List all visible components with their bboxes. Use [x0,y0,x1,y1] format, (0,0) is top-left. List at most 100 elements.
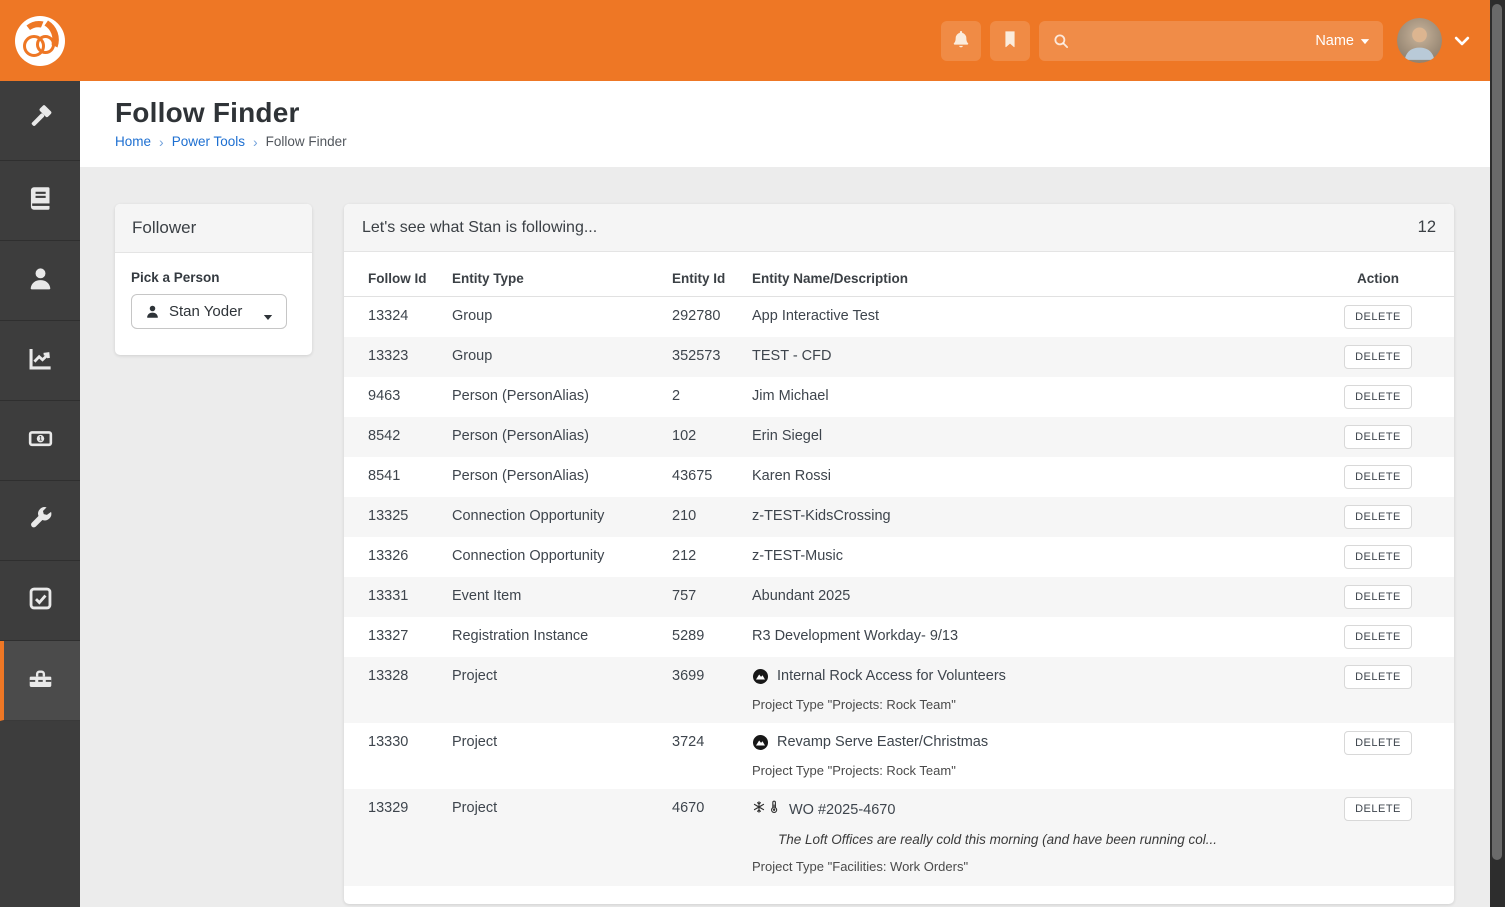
delete-button[interactable]: DELETE [1344,731,1412,755]
page-column: Name [0,0,1490,907]
search-filter-label: Name [1315,33,1354,49]
sidebar-item-check-square[interactable] [0,561,80,641]
delete-button[interactable]: DELETE [1344,305,1412,329]
table-body: 13324Group292780App Interactive TestDELE… [344,297,1454,904]
entity-id-cell: 43675 [672,457,752,497]
sidebar: 1 [0,81,80,907]
entity-name: Jim Michael [752,387,829,407]
entity-name: TEST - CFD [752,347,831,367]
action-cell: DELETE [1326,537,1430,577]
search-filter-dropdown[interactable]: Name [1315,33,1370,49]
entity-id-cell: 352573 [672,337,752,377]
breadcrumb-item[interactable]: Power Tools [172,134,245,149]
sidebar-item-person[interactable] [0,241,80,321]
entity-name-cell: Internal Rock Access for VolunteersProje… [752,657,1326,723]
entity-name-cell: Abundant 2025 [752,577,1326,617]
chart-line-icon [27,345,54,377]
entity-type-cell: Person (PersonAlias) [452,377,672,417]
page-title: Follow Finder [115,97,1455,129]
sidebar-item-money-bill[interactable]: 1 [0,401,80,481]
following-panel-header: Let's see what Stan is following... 12 [344,204,1454,252]
delete-button[interactable]: DELETE [1344,505,1412,529]
table-row: 13331Event Item757Abundant 2025 DELETE [344,577,1454,617]
sidebar-item-book[interactable] [0,161,80,241]
action-cell: DELETE [1326,377,1430,417]
delete-button[interactable]: DELETE [1344,465,1412,489]
delete-button[interactable]: DELETE [1344,797,1412,821]
entity-type-cell: Project [452,657,672,697]
scrollbar-thumb[interactable] [1492,4,1502,860]
project-type-subtext: Project Type "Facilities: Work Orders" [752,858,1310,876]
entity-name-cell: TEST - CFD [752,337,1326,377]
delete-button[interactable]: DELETE [1344,665,1412,689]
sidebar-item-toolbox[interactable] [0,641,80,721]
snowflake-icon [752,799,766,822]
follow-id-cell: 13331 [368,577,452,617]
delete-button[interactable]: DELETE [1344,585,1412,609]
entity-name: z-TEST-Music [752,547,843,567]
action-cell: DELETE [1326,789,1430,829]
sidebar-item-wrench[interactable] [0,481,80,561]
delete-button[interactable]: DELETE [1344,385,1412,409]
column-header: Follow Id [368,271,452,286]
delete-button[interactable]: DELETE [1344,345,1412,369]
entity-name-cell: Jim Michael [752,377,1326,417]
entity-name: Abundant 2025 [752,587,850,607]
entity-id-cell: 3724 [672,723,752,763]
chevron-down-icon[interactable] [1452,31,1472,51]
table-row: 13323Group352573TEST - CFDDELETE [344,337,1454,377]
sidebar-item-chart-line[interactable] [0,321,80,401]
person-icon [27,265,54,297]
breadcrumb-separator: › [159,135,164,149]
following-panel: Let's see what Stan is following... 12 F… [344,204,1454,904]
search-icon [1052,32,1070,50]
follow-id-cell: 13327 [368,617,452,657]
follow-id-cell: 13326 [368,537,452,577]
entity-id-cell: 2 [672,377,752,417]
entity-id-cell: 102 [672,417,752,457]
check-square-icon [27,585,54,617]
entity-type-cell: Project [452,789,672,829]
delete-button[interactable]: DELETE [1344,425,1412,449]
entity-type-cell: Group [452,297,672,337]
entity-name-cell: WO #2025-4670The Loft Offices are really… [752,789,1326,885]
table-row: 13325Connection Opportunity210z-TEST-Kid… [344,497,1454,537]
table-row: 13326Connection Opportunity212z-TEST-Mus… [344,537,1454,577]
action-cell: DELETE [1326,457,1430,497]
breadcrumb-separator: › [253,135,258,149]
breadcrumb: Home›Power Tools›Follow Finder [115,134,1455,149]
sidebar-item-gavel[interactable] [0,81,80,161]
table-row: 9463Person (PersonAlias)2Jim Michael DELE… [344,377,1454,417]
delete-button[interactable]: DELETE [1344,545,1412,569]
search-input[interactable] [1078,32,1307,50]
entity-name: z-TEST-KidsCrossing [752,507,891,527]
entity-name-cell: Erin Siegel [752,417,1326,457]
column-header: Entity Id [672,271,752,286]
entity-id-cell: 757 [672,577,752,617]
breadcrumb-item[interactable]: Home [115,134,151,149]
follower-card: Follower Pick a Person Stan [115,204,312,355]
entity-name-cell: Karen Rossi [752,457,1326,497]
user-avatar[interactable] [1397,18,1442,63]
follow-id-cell: 9463 [368,377,452,417]
person-picker[interactable]: Stan Yoder [131,294,287,329]
follower-card-title: Follower [115,204,312,253]
table-row: 13329Project4670WO #2025-4670The Loft Of… [344,789,1454,885]
follow-id-cell: 13329 [368,789,452,829]
entity-name-cell: R3 Development Workday- 9/13 [752,617,1326,657]
entity-type-cell: Project [452,723,672,763]
follow-id-cell: 13328 [368,657,452,697]
entity-id-cell: 3699 [672,657,752,697]
entity-name: Karen Rossi [752,467,831,487]
project-type-subtext: Project Type "Projects: Rock Team" [752,762,1310,780]
entity-type-cell: Registration Instance [452,617,672,657]
entity-type-cell: Event Item [452,577,672,617]
action-cell: DELETE [1326,497,1430,537]
notifications-button[interactable] [941,21,981,61]
app-logo-icon[interactable] [14,15,66,67]
delete-button[interactable]: DELETE [1344,625,1412,649]
bookmark-icon [1000,29,1020,52]
column-header: Entity Name/Description [752,271,1326,286]
bookmarks-button[interactable] [990,21,1030,61]
top-navigation-bar: Name [0,0,1490,81]
